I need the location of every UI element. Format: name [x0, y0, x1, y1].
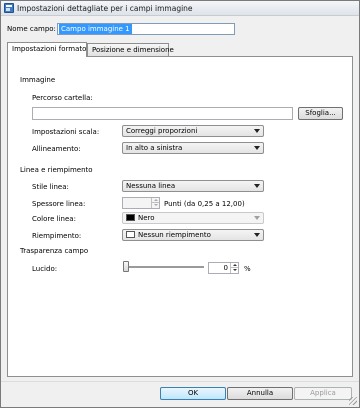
alignment-dropdown[interactable]: In alto a sinistra [122, 142, 264, 154]
browse-button[interactable]: Sfoglia... [298, 107, 343, 120]
fill-dropdown[interactable]: Nessun riempimento [122, 229, 264, 241]
opacity-label: Lucido: [32, 265, 58, 273]
line-color-dropdown[interactable]: Nero [122, 212, 264, 224]
folder-path-label: Percorso cartella: [32, 94, 93, 102]
line-color-value: Nero [138, 214, 155, 222]
line-style-value: Nessuna linea [126, 182, 176, 190]
tab-position-size-label: Posizione e dimensione [92, 46, 174, 54]
resize-grip[interactable] [349, 397, 357, 405]
ok-button[interactable]: OK [160, 387, 226, 400]
alignment-label: Allineamento: [32, 145, 81, 153]
opacity-unit: % [244, 265, 251, 273]
alignment-value: In alto a sinistra [126, 144, 183, 152]
fill-label: Riempimento: [32, 232, 82, 240]
opacity-slider-track[interactable] [124, 266, 204, 268]
line-fill-section-title: Linea e riempimento [20, 166, 93, 174]
tab-format-settings[interactable]: Impostazioni formato [7, 42, 87, 57]
line-thickness-label: Spessore linea: [32, 200, 86, 208]
app-icon [4, 3, 14, 13]
chevron-down-icon [254, 233, 260, 237]
scale-settings-value: Correggi proporzioni [126, 127, 198, 135]
scale-settings-label: Impostazioni scala: [32, 128, 100, 136]
scale-settings-dropdown[interactable]: Correggi proporzioni [122, 125, 264, 137]
line-color-swatch [126, 214, 135, 221]
fill-swatch [126, 231, 135, 238]
opacity-value: 0 [223, 264, 228, 272]
stepper-down-icon[interactable] [230, 268, 238, 273]
fill-value: Nessun riempimento [138, 231, 211, 239]
dialog-window: Impostazioni dettagliate per i campi imm… [0, 0, 360, 408]
field-name-value: Campo immagine 1 [59, 24, 132, 34]
line-thickness-hint: Punti (da 0,25 a 12,00) [164, 200, 245, 208]
line-style-label: Stile linea: [32, 183, 69, 191]
window-title: Impostazioni dettagliate per i campi imm… [17, 4, 193, 13]
apply-button[interactable]: Applica [294, 387, 352, 400]
chevron-down-icon [254, 146, 260, 150]
stepper-down-icon[interactable] [151, 203, 159, 208]
chevron-down-icon [254, 184, 260, 188]
line-style-dropdown[interactable]: Nessuna linea [122, 180, 264, 192]
field-name-input[interactable]: Campo immagine 1 [57, 23, 235, 35]
cancel-button[interactable]: Annulla [227, 387, 293, 400]
title-bar[interactable]: Impostazioni dettagliate per i campi imm… [1, 1, 359, 16]
tab-position-size[interactable]: Posizione e dimensione [87, 43, 174, 57]
line-thickness-stepper[interactable] [122, 197, 160, 209]
footer-divider [1, 381, 359, 382]
chevron-down-icon [254, 129, 260, 133]
field-name-label: Nome campo: [7, 25, 56, 33]
folder-path-input[interactable] [32, 107, 293, 120]
image-section-title: Immagine [20, 76, 56, 84]
chevron-down-icon [254, 216, 260, 220]
opacity-stepper[interactable]: 0 [208, 262, 239, 274]
tab-format-settings-label: Impostazioni formato [12, 45, 87, 53]
opacity-slider-thumb[interactable] [123, 261, 129, 272]
transparency-section-title: Trasparenza campo [20, 247, 89, 255]
line-color-label: Colore linea: [32, 215, 76, 223]
